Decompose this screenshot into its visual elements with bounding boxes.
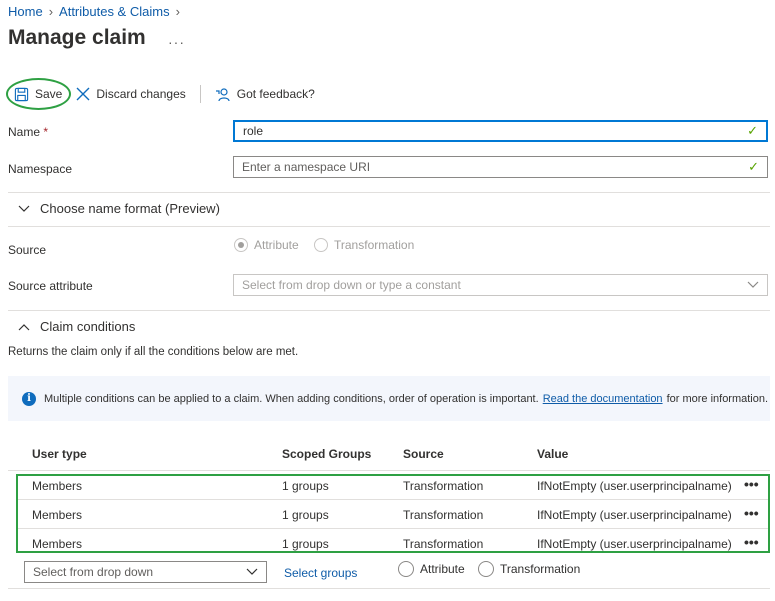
- table-row: Members 1 groups Transformation IfNotEmp…: [8, 500, 770, 529]
- breadcrumb-home[interactable]: Home: [8, 4, 43, 19]
- source-attribute-label: Source attribute: [8, 279, 93, 293]
- divider: [8, 192, 770, 193]
- info-text: Multiple conditions can be applied to a …: [44, 392, 539, 405]
- cell-value: IfNotEmpty (user.userprincipalname): [537, 479, 732, 493]
- discard-label: Discard changes: [96, 87, 186, 101]
- cell-value: IfNotEmpty (user.userprincipalname): [537, 508, 732, 522]
- namespace-placeholder: Enter a namespace URI: [242, 160, 371, 174]
- cell-scoped-groups: 1 groups: [282, 537, 329, 551]
- toolbar-divider: [199, 85, 201, 103]
- table-row: Members 1 groups Transformation IfNotEmp…: [8, 471, 770, 500]
- feedback-label: Got feedback?: [236, 87, 315, 101]
- feedback-icon: [215, 87, 230, 101]
- breadcrumb: Home › Attributes & Claims ›: [8, 4, 186, 19]
- source-radio-transformation[interactable]: Transformation: [314, 238, 414, 252]
- row-more-icon[interactable]: •••: [744, 505, 759, 521]
- namespace-input[interactable]: Enter a namespace URI ✓: [233, 156, 768, 178]
- chevron-down-icon: [18, 205, 30, 212]
- page-title: Manage claim: [8, 26, 146, 49]
- cell-source: Transformation: [403, 537, 484, 551]
- cell-user-type: Members: [32, 537, 83, 551]
- close-icon: [76, 87, 90, 101]
- save-icon: [14, 87, 29, 101]
- column-header-value: Value: [537, 447, 569, 461]
- breadcrumb-attributes-claims[interactable]: Attributes & Claims: [59, 4, 170, 19]
- condition-radio-transformation[interactable]: Transformation: [478, 561, 580, 577]
- name-input-value: role: [243, 124, 264, 138]
- claim-conditions-label: Claim conditions: [40, 319, 136, 334]
- chevron-right-icon: ›: [175, 4, 180, 19]
- divider: [8, 310, 770, 311]
- chevron-down-icon: [246, 568, 258, 575]
- conditions-description: Returns the claim only if all the condit…: [8, 346, 299, 358]
- command-bar: Save Discard changes Got feedback?: [0, 80, 775, 108]
- radio-label: Transformation: [334, 238, 415, 252]
- cell-source: Transformation: [403, 479, 484, 493]
- table-row: Members 1 groups Transformation IfNotEmp…: [8, 529, 770, 558]
- source-attribute-placeholder: Select from drop down or type a constant: [242, 278, 461, 292]
- chevron-up-icon: [18, 323, 30, 330]
- row-more-icon[interactable]: •••: [744, 534, 759, 550]
- radio-label: Transformation: [500, 562, 581, 576]
- info-suffix: for more information.: [666, 392, 769, 405]
- chevron-right-icon: ›: [48, 4, 54, 19]
- checkmark-icon: ✓: [747, 123, 758, 138]
- save-label: Save: [35, 87, 63, 101]
- cell-value: IfNotEmpty (user.userprincipalname): [537, 537, 732, 551]
- radio-button: [314, 238, 328, 252]
- cell-user-type: Members: [32, 508, 83, 522]
- column-header-source: Source: [403, 447, 444, 461]
- discard-changes-button[interactable]: Discard changes: [76, 87, 186, 101]
- name-label-text: Name: [8, 125, 41, 139]
- namespace-label: Namespace: [8, 162, 73, 176]
- column-header-scoped-groups: Scoped Groups: [282, 447, 372, 461]
- condition-radio-attribute[interactable]: Attribute: [398, 561, 465, 577]
- cell-scoped-groups: 1 groups: [282, 479, 329, 493]
- save-button[interactable]: Save: [14, 87, 62, 102]
- radio-button: [234, 238, 248, 252]
- checkmark-icon: ✓: [748, 159, 759, 174]
- user-type-placeholder: Select from drop down: [33, 565, 154, 579]
- name-input[interactable]: role ✓: [233, 120, 768, 142]
- chevron-down-icon: [747, 281, 759, 288]
- source-radio-attribute[interactable]: Attribute: [234, 238, 299, 252]
- column-header-user-type: User type: [32, 447, 87, 461]
- source-label: Source: [8, 243, 47, 257]
- cell-user-type: Members: [32, 479, 83, 493]
- name-label: Name *: [8, 125, 48, 139]
- claim-conditions-toggle[interactable]: Claim conditions: [18, 319, 135, 334]
- name-format-toggle[interactable]: Choose name format (Preview): [18, 201, 220, 216]
- radio-label: Attribute: [420, 562, 465, 576]
- divider: [8, 588, 770, 589]
- more-options-icon[interactable]: ···: [168, 34, 185, 50]
- radio-label: Attribute: [254, 238, 299, 252]
- required-indicator: *: [43, 125, 49, 139]
- radio-button: [398, 561, 414, 577]
- radio-button: [478, 561, 494, 577]
- feedback-button[interactable]: Got feedback?: [215, 87, 315, 102]
- divider: [8, 226, 770, 227]
- cell-source: Transformation: [403, 508, 484, 522]
- documentation-link[interactable]: Read the documentation: [543, 393, 663, 405]
- info-icon: i: [22, 391, 36, 406]
- info-banner: i Multiple conditions can be applied to …: [8, 376, 770, 421]
- user-type-dropdown[interactable]: Select from drop down: [24, 561, 267, 583]
- select-groups-link[interactable]: Select groups: [284, 566, 357, 580]
- name-format-label: Choose name format (Preview): [40, 201, 220, 216]
- source-attribute-dropdown[interactable]: Select from drop down or type a constant: [233, 274, 768, 296]
- cell-scoped-groups: 1 groups: [282, 508, 329, 522]
- row-more-icon[interactable]: •••: [744, 476, 759, 492]
